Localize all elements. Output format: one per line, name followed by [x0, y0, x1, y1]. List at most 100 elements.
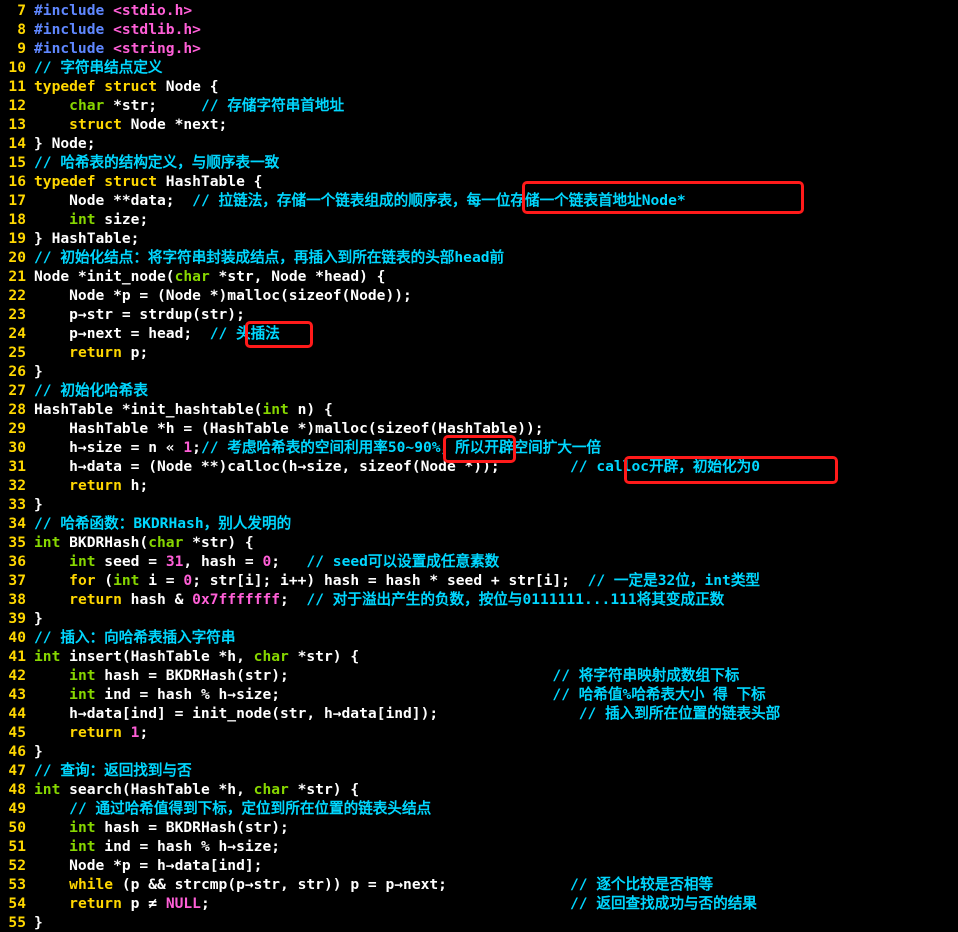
code-line[interactable]: 24 p→next = head; // 头插法 [0, 324, 958, 343]
code-token: int [262, 401, 289, 418]
code-line[interactable]: 26} [0, 362, 958, 381]
code-line[interactable]: 15 // 哈希表的结构定义，与顺序表一致 [0, 153, 958, 172]
code-token: int [113, 572, 140, 589]
code-text: int BKDRHash(char *str) { [34, 534, 254, 551]
code-line[interactable]: 11 typedef struct Node { [0, 77, 958, 96]
code-line[interactable]: 7 #include <stdio.h> [0, 1, 958, 20]
code-text: int search(HashTable *h, char *str) { [34, 781, 359, 798]
code-line[interactable]: 42 int hash = BKDRHash(str); // 将字符串映射成数… [0, 666, 958, 685]
code-line[interactable]: 40 // 插入：向哈希表插入字符串 [0, 628, 958, 647]
code-token: // 查询：返回找到与否 [34, 762, 192, 779]
code-line[interactable]: 50 int hash = BKDRHash(str); [0, 818, 958, 837]
code-line[interactable]: 34 // 哈希函数：BKDRHash，别人发明的 [0, 514, 958, 533]
code-line[interactable]: 23 p→str = strdup(str); [0, 305, 958, 324]
code-text: } Node; [34, 135, 96, 152]
code-text: return 1; [34, 724, 148, 741]
code-token: ; [271, 553, 307, 570]
code-token: // 插入到所在位置的链表头部 [578, 705, 781, 722]
code-line[interactable]: 14 } Node; [0, 134, 958, 153]
line-number: 14 [8, 135, 26, 152]
code-token: int [69, 211, 96, 228]
code-token: p→str = strdup(str); [34, 306, 245, 323]
code-line[interactable]: 17 Node **data; // 拉链法，存储一个链表组成的顺序表，每一位存… [0, 191, 958, 210]
code-line[interactable]: 16 typedef struct HashTable { [0, 172, 958, 191]
code-token: p; [121, 344, 149, 361]
code-line[interactable]: 28 HashTable *init_hashtable(int n) { [0, 400, 958, 419]
code-line[interactable]: 55} [0, 913, 958, 932]
code-token: } [34, 914, 43, 931]
code-text: HashTable *h = (HashTable *)malloc(sizeo… [34, 420, 543, 437]
code-line[interactable]: 10 // 字符串结点定义 [0, 58, 958, 77]
line-number: 44 [8, 705, 26, 722]
code-token: struct [69, 116, 122, 133]
code-token: return [69, 344, 122, 361]
code-line[interactable]: 44 h→data[ind] = init_node(str, h→data[i… [0, 704, 958, 723]
code-line[interactable]: 36 int seed = 31, hash = 0; // seed可以设置成… [0, 552, 958, 571]
code-line[interactable]: 25 return p; [0, 343, 958, 362]
line-number: 26 [8, 363, 26, 380]
line-number: 28 [8, 401, 26, 418]
code-line[interactable]: 29 HashTable *h = (HashTable *)malloc(si… [0, 419, 958, 438]
code-token: Node *init_node( [34, 268, 175, 285]
code-token: // 对于溢出产生的负数，按位与0111111...111将其变成正数 [306, 591, 725, 608]
code-line[interactable]: 21 Node *init_node(char *str, Node *head)… [0, 267, 958, 286]
code-line[interactable]: 47 // 查询：返回找到与否 [0, 761, 958, 780]
code-line[interactable]: 20 // 初始化结点：将字符串封装成结点，再插入到所在链表的头部head前 [0, 248, 958, 267]
code-token: ; [139, 724, 149, 741]
code-text: Node **data; // 拉链法，存储一个链表组成的顺序表，每一位存储一个… [34, 192, 686, 209]
line-number: 11 [8, 78, 26, 95]
code-token: // 返回查找成功与否的结果 [570, 895, 757, 912]
code-line[interactable]: 30 h→size = n « 1;// 考虑哈希表的空间利用率50~90%，所… [0, 438, 958, 457]
code-token: for [69, 572, 96, 589]
code-line[interactable]: 9 #include <string.h> [0, 39, 958, 58]
code-line[interactable]: 35 int BKDRHash(char *str) { [0, 533, 958, 552]
code-line[interactable]: 33} [0, 495, 958, 514]
code-line[interactable]: 22 Node *p = (Node *)malloc(sizeof(Node)… [0, 286, 958, 305]
code-line[interactable]: 38 return hash & 0x7fffffff; // 对于溢出产生的负… [0, 590, 958, 609]
code-line[interactable]: 43 int ind = hash % h→size; // 哈希值%哈希表大小… [0, 685, 958, 704]
code-token: Node { [157, 78, 219, 95]
code-line[interactable]: 52 Node *p = h→data[ind]; [0, 856, 958, 875]
code-line[interactable]: 49 // 通过哈希值得到下标，定位到所在位置的链表头结点 [0, 799, 958, 818]
line-number: 46 [8, 743, 26, 760]
line-number: 32 [8, 477, 26, 494]
code-editor[interactable]: 7 #include <stdio.h> 8 #include <stdlib.h> 9… [0, 1, 958, 932]
code-line[interactable]: 53 while (p && strcmp(p→str, str)) p = p… [0, 875, 958, 894]
code-line[interactable]: 13 struct Node *next; [0, 115, 958, 134]
code-token: return [69, 724, 122, 741]
code-token: hash = BKDRHash(str); [95, 819, 289, 836]
code-line[interactable]: 48 int search(HashTable *h, char *str) { [0, 780, 958, 799]
code-token: ; [280, 591, 307, 608]
code-token: return [69, 591, 122, 608]
code-line[interactable]: 51 int ind = hash % h→size; [0, 837, 958, 856]
code-line[interactable]: 41 int insert(HashTable *h, char *str) { [0, 647, 958, 666]
code-text: // 字符串结点定义 [34, 59, 163, 76]
code-line[interactable]: 37 for (int i = 0; str[i]; i++) hash = h… [0, 571, 958, 590]
code-token: ind = hash % h→size; [95, 838, 281, 855]
code-text: int size; [34, 211, 148, 228]
code-text: // 哈希函数：BKDRHash，别人发明的 [34, 515, 291, 532]
line-number: 43 [8, 686, 26, 703]
code-line[interactable]: 39} [0, 609, 958, 628]
code-line[interactable]: 18 int size; [0, 210, 958, 229]
code-line[interactable]: 12 char *str; // 存储字符串首地址 [0, 96, 958, 115]
code-line[interactable]: 45 return 1; [0, 723, 958, 742]
code-line[interactable]: 32 return h; [0, 476, 958, 495]
code-token: p ≠ [121, 895, 166, 912]
line-number: 41 [8, 648, 26, 665]
code-line[interactable]: 54 return p ≠ NULL; // 返回查找成功与否的结果 [0, 894, 958, 913]
code-text: int ind = hash % h→size; // 哈希值%哈希表大小 得 … [34, 686, 766, 703]
code-line[interactable]: 27 // 初始化哈希表 [0, 381, 958, 400]
line-number: 13 [8, 116, 26, 133]
code-line[interactable]: 46} [0, 742, 958, 761]
code-line[interactable]: 31 h→data = (Node **)calloc(h→size, size… [0, 457, 958, 476]
code-line[interactable]: 19} HashTable; [0, 229, 958, 248]
code-token: // 将字符串映射成数组下标 [552, 667, 740, 684]
code-line[interactable]: 8 #include <stdlib.h> [0, 20, 958, 39]
code-token: hash = BKDRHash(str); [95, 667, 553, 684]
